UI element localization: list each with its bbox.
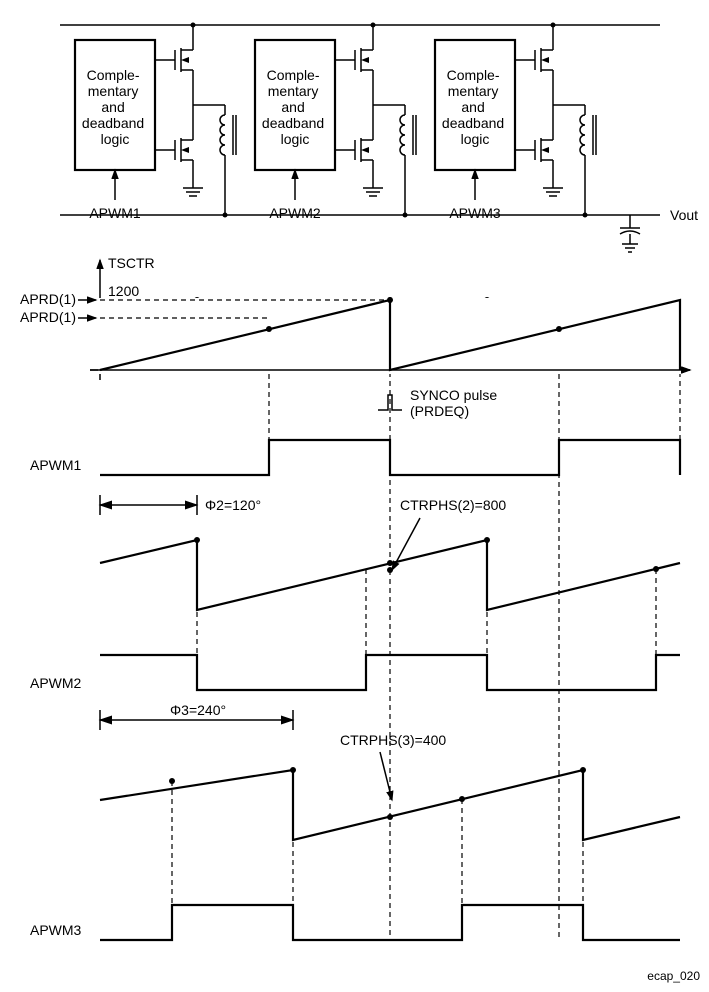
node-dot <box>371 23 376 28</box>
logic-block-2 <box>255 25 416 215</box>
figure-id: ecap_020 <box>647 969 700 983</box>
synco-l1: SYNCO pulse <box>410 387 497 403</box>
marker-dot <box>266 326 272 332</box>
phi2-label: Φ2=120° <box>205 497 261 513</box>
tsctr-label: TSCTR <box>108 255 155 271</box>
node-dot <box>551 23 556 28</box>
logic-block-1 <box>75 25 236 215</box>
marker-dot <box>387 567 393 573</box>
ch2-label: APWM2 <box>269 205 321 221</box>
node-dot <box>223 213 228 218</box>
node-dot <box>403 213 408 218</box>
ctr2-label: CTRPHS(2)=800 <box>400 497 506 513</box>
logic-block-3 <box>435 25 596 215</box>
marker-dot <box>387 560 393 566</box>
vout-label: Vout <box>670 207 698 223</box>
ch3-label: APWM3 <box>449 205 501 221</box>
aprd-label-1: APRD(1) <box>20 291 76 307</box>
marker-dot <box>387 814 393 820</box>
ch1-label: APWM1 <box>89 205 141 221</box>
phi3-label: Φ3=240° <box>170 702 226 718</box>
synco-l2: (PRDEQ) <box>410 403 469 419</box>
apwm1-wave <box>100 440 680 475</box>
marker-dot <box>556 326 562 332</box>
output-cap-icon <box>620 215 640 252</box>
node-dot <box>191 23 196 28</box>
marker-dot <box>387 297 393 303</box>
apwm3-label: APWM3 <box>30 922 82 938</box>
aprd-label-2: APRD(1) <box>20 309 76 325</box>
apwm1-label: APWM1 <box>30 457 82 473</box>
apwm2-label: APWM2 <box>30 675 82 691</box>
val-1200: 1200 <box>108 283 139 299</box>
ctr3-label: CTRPHS(3)=400 <box>340 732 446 748</box>
node-dot <box>583 213 588 218</box>
